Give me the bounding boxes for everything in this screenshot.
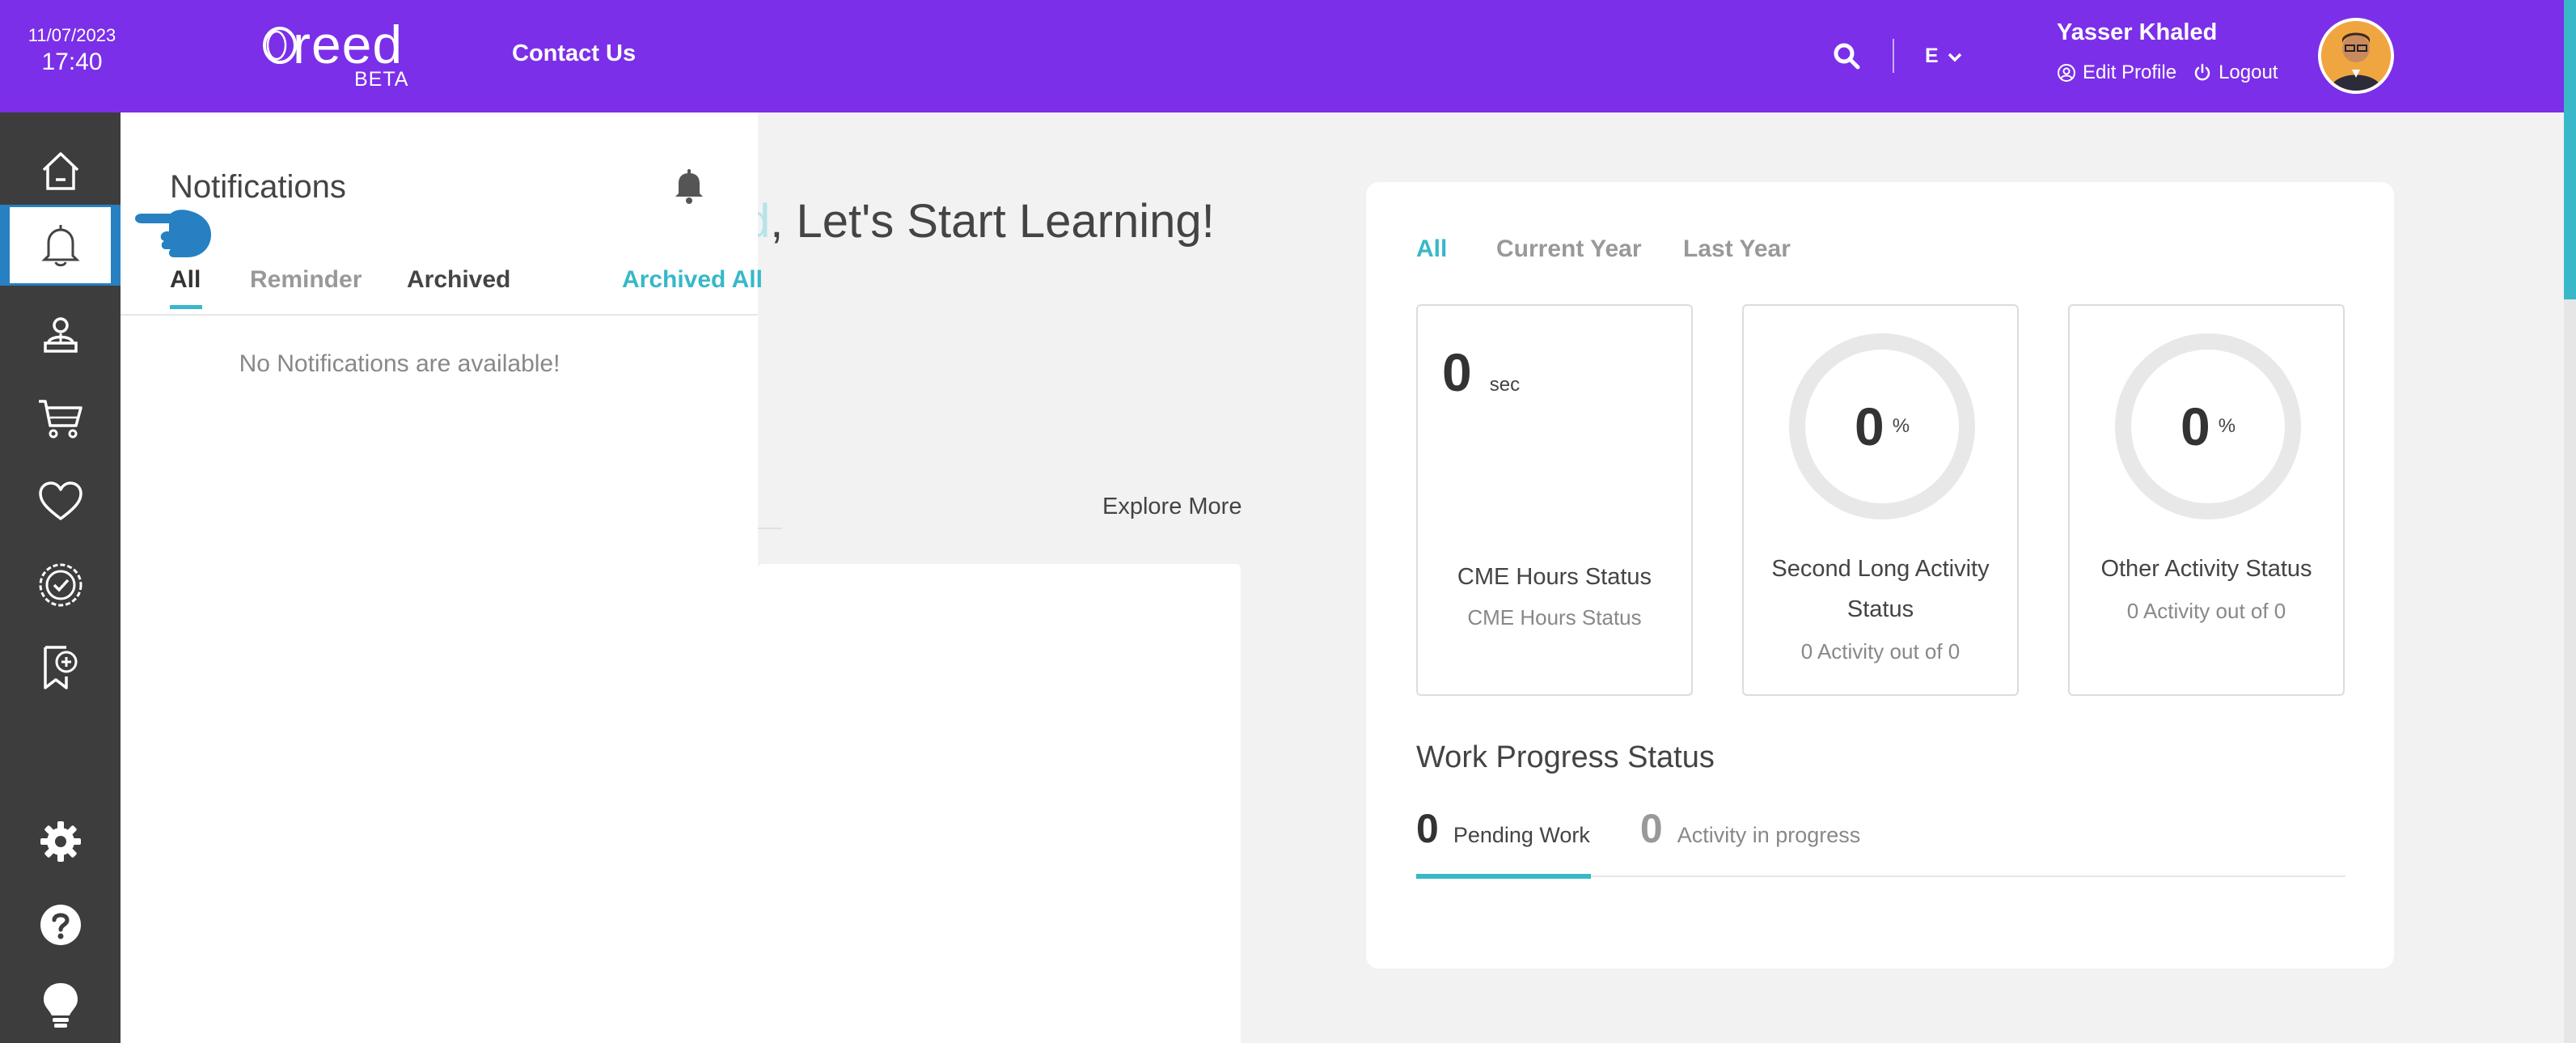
sidebar-item-certificates[interactable] (0, 545, 121, 625)
courses-card (758, 564, 1241, 1043)
progress-ring: 0 % (2115, 333, 2301, 519)
notifications-divider (121, 314, 758, 316)
second-long-activity-card: 0 % Second Long Activity Status 0 Activi… (1742, 304, 2019, 696)
user-name: Yasser Khaled (2057, 19, 2218, 45)
user-avatar-icon (2321, 21, 2391, 91)
welcome-heading: d, Let's Start Learning! (744, 194, 1215, 248)
in-progress-count[interactable]: 0 (1640, 805, 1663, 852)
bell-icon[interactable] (673, 167, 705, 205)
bookmark-plus-icon (43, 646, 77, 689)
explore-more-link[interactable]: Explore More (1102, 494, 1241, 520)
tab-current-year[interactable]: Current Year (1496, 235, 1642, 263)
second-long-percent: 0 (1854, 396, 1884, 456)
logout-label: Logout (2219, 61, 2278, 83)
active-tab-underline (170, 305, 202, 309)
top-header: 11/07/2023 17:40 reed BETA Contact Us E … (0, 0, 2564, 112)
percent-unit: % (1892, 415, 1910, 437)
home-icon (42, 152, 78, 190)
sidebar-item-favorites[interactable] (0, 461, 121, 542)
tab-last-year[interactable]: Last Year (1683, 235, 1791, 263)
tab-all[interactable]: All (1416, 235, 1447, 263)
tab-reminder[interactable]: Reminder (250, 266, 362, 294)
pending-work-label[interactable]: Pending Work (1453, 823, 1590, 848)
header-divider (1893, 39, 1894, 73)
work-progress-active-underline (1416, 874, 1591, 879)
contact-us-link[interactable]: Contact Us (512, 40, 636, 67)
chevron-down-icon (1948, 53, 1961, 62)
sidebar-item-help[interactable] (0, 884, 121, 965)
second-long-subtitle: 0 Activity out of 0 (1800, 639, 1961, 664)
logout-link[interactable]: Logout (2193, 61, 2278, 84)
work-progress-title: Work Progress Status (1416, 740, 1715, 774)
stats-card: All Current Year Last Year 0 sec CME Hou… (1366, 182, 2394, 969)
sidebar-item-tips[interactable] (0, 965, 121, 1043)
current-date: 11/07/2023 (27, 25, 116, 45)
sidebar-item-home[interactable] (0, 130, 121, 211)
sidebar-active-highlight (10, 207, 111, 283)
section-divider (758, 528, 782, 529)
bell-icon (40, 225, 80, 267)
help-icon (40, 905, 81, 945)
pointing-hand-icon (135, 210, 211, 257)
cme-hours-subtitle: CME Hours Status (1467, 605, 1642, 630)
sidebar-item-saved[interactable] (0, 627, 121, 708)
in-progress-label[interactable]: Activity in progress (1677, 823, 1861, 848)
other-activity-card: 0 % Other Activity Status 0 Activity out… (2068, 304, 2345, 696)
language-selector[interactable]: E (1925, 45, 1962, 68)
pending-work-count[interactable]: 0 (1416, 805, 1439, 852)
notifications-title: Notifications (170, 169, 346, 205)
second-long-title: Second Long Activity (1771, 556, 1990, 582)
sidebar-item-instructors[interactable] (0, 295, 121, 376)
cme-hours-unit: sec (1489, 374, 1521, 396)
cme-hours-number: 0 (1442, 342, 1472, 402)
tab-archived[interactable]: Archived (407, 266, 510, 294)
cart-icon (38, 400, 82, 439)
current-time: 17:40 (41, 49, 103, 75)
cme-hours-title: CME Hours Status (1457, 564, 1652, 590)
notifications-panel: Notifications All Reminder Archived Arch… (121, 112, 763, 1043)
sidebar-item-settings[interactable] (0, 801, 121, 882)
user-circle-icon (2058, 64, 2075, 82)
percent-unit: % (2218, 415, 2236, 437)
cme-hours-card: 0 sec CME Hours Status CME Hours Status (1416, 304, 1693, 696)
progress-ring: 0 % (1789, 333, 1975, 519)
instructor-icon (43, 317, 78, 353)
logo-beta-label: BETA (354, 68, 409, 91)
other-activity-subtitle: 0 Activity out of 0 (2126, 599, 2286, 623)
other-activity-percent: 0 (2180, 396, 2210, 456)
welcome-text: , Let's Start Learning! (770, 195, 1215, 248)
power-icon (2194, 63, 2210, 81)
gear-icon (40, 821, 81, 862)
sidebar-item-cart[interactable] (0, 378, 121, 459)
sidebar-item-notifications[interactable] (0, 205, 121, 286)
page: 11/07/2023 17:40 reed BETA Contact Us E … (0, 0, 2576, 1043)
language-label: E (1925, 45, 1939, 67)
sidebar (0, 112, 121, 1043)
certificate-icon (39, 563, 82, 607)
other-activity-title: Other Activity Status (2100, 556, 2312, 582)
heart-icon (38, 481, 82, 520)
lightbulb-icon (43, 983, 78, 1028)
cme-hours-value: 0 sec (1442, 341, 1520, 403)
page-scrollbar-thumb[interactable] (2564, 0, 2576, 299)
reed-logo[interactable]: reed BETA (260, 18, 414, 91)
empty-notifications-message: No Notifications are available! (239, 350, 560, 377)
second-long-title-line2: Status (1846, 596, 1914, 622)
logo-wordmark: reed (293, 15, 404, 74)
work-progress-row: 0 Pending Work 0 Activity in progress (1416, 805, 1860, 852)
date-time: 11/07/2023 17:40 (27, 24, 116, 78)
edit-profile-link[interactable]: Edit Profile (2057, 61, 2176, 84)
archive-all-button[interactable]: Archived All (622, 266, 763, 294)
search-icon[interactable] (1833, 42, 1860, 70)
edit-profile-label: Edit Profile (2083, 61, 2177, 83)
tab-all[interactable]: All (170, 266, 201, 294)
user-links: Edit Profile Logout (2057, 61, 2278, 84)
avatar[interactable] (2318, 18, 2394, 94)
